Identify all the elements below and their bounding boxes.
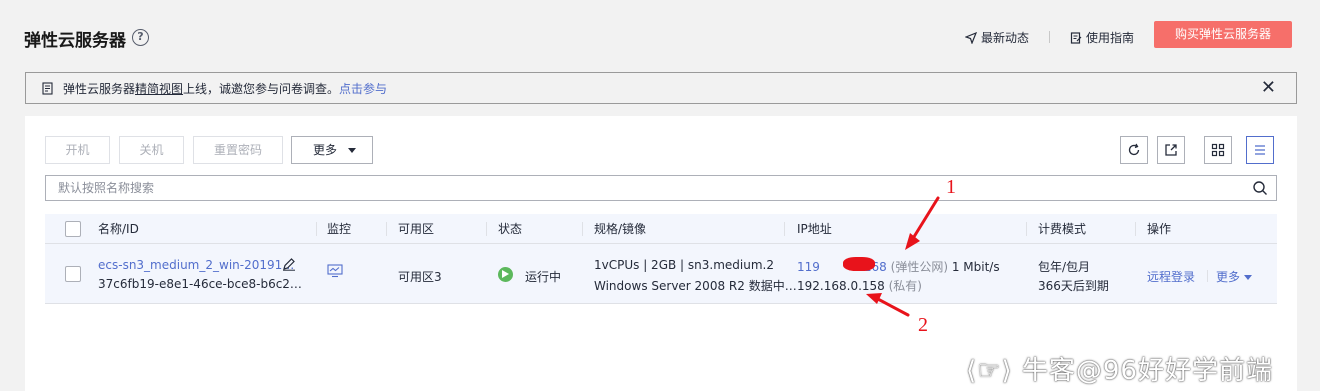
watermark: ⟨☞⟩ 牛客@96好好学前端 xyxy=(966,356,1273,386)
column-divider xyxy=(386,222,387,236)
caret-down-icon xyxy=(348,148,356,153)
select-all-checkbox[interactable] xyxy=(65,221,81,237)
edit-pencil-icon[interactable] xyxy=(282,257,296,271)
annotation-label-2: 2 xyxy=(918,314,928,336)
spec-text: 1vCPUs | 2GB | sn3.medium.2 xyxy=(594,258,774,272)
export-icon xyxy=(1165,144,1177,156)
th-status[interactable]: 状态 xyxy=(498,214,522,244)
table-header: 名称/ID 监控 可用区 状态 规格/镜像 IP地址 计费模式 操作 xyxy=(45,214,1277,244)
instance-id: 37c6fb19-e8e1-46ce-bce8-b6c2… xyxy=(98,277,302,291)
instance-table: 名称/ID 监控 可用区 状态 规格/镜像 IP地址 计费模式 操作 ecs-s… xyxy=(45,214,1277,304)
search-icon[interactable] xyxy=(1252,180,1268,196)
notice-bar: 弹性云服务器 精简视图 上线，诚邀您参与问卷调查。 点击参与 ✕ xyxy=(25,72,1297,104)
monitor-chart-icon[interactable] xyxy=(327,264,343,278)
search-placeholder: 默认按照名称搜索 xyxy=(58,181,155,195)
status-text: 运行中 xyxy=(525,270,562,284)
header-divider xyxy=(1049,31,1050,43)
image-text: Windows Server 2008 R2 数据中… xyxy=(594,279,797,293)
power-on-button[interactable]: 开机 xyxy=(45,136,110,164)
instance-name-link[interactable]: ecs-sn3_medium_2_win-20191… xyxy=(98,258,294,272)
more-dropdown[interactable]: 更多 xyxy=(291,136,373,164)
running-status-icon xyxy=(498,267,513,282)
list-view-icon xyxy=(1255,145,1265,155)
th-actions: 操作 xyxy=(1147,222,1172,236)
annotation-label-1: 1 xyxy=(946,176,956,198)
column-divider xyxy=(1026,222,1027,236)
notice-compact-view[interactable]: 精简视图 xyxy=(135,80,183,97)
user-guide-label: 使用指南 xyxy=(1086,31,1135,45)
document-icon xyxy=(42,81,53,95)
search-input[interactable]: 默认按照名称搜索 xyxy=(45,175,1277,201)
th-name[interactable]: 名称/ID xyxy=(98,214,139,244)
page-header: 弹性云服务器 ? 最新动态 使用指南 购买弹性云服务器 xyxy=(0,0,1320,72)
public-ip-prefix[interactable]: 119 xyxy=(797,260,820,274)
private-ip-value: 192.168.0.158 xyxy=(797,279,885,293)
row-more-dropdown[interactable]: 更多 xyxy=(1216,268,1253,285)
column-divider xyxy=(582,222,583,236)
billing-mode: 包年/包月 xyxy=(1038,260,1091,274)
row-checkbox[interactable] xyxy=(65,266,81,282)
latest-news-link[interactable]: 最新动态 xyxy=(965,29,1029,46)
th-az[interactable]: 可用区 xyxy=(398,214,434,244)
redaction-mark xyxy=(843,257,875,271)
notice-text-2: 上线，诚邀您参与问卷调查。 xyxy=(183,81,340,96)
refresh-icon xyxy=(1128,143,1140,156)
table-row: ecs-sn3_medium_2_win-20191… 37c6fb19-e8e… xyxy=(45,244,1277,304)
user-guide-link[interactable]: 使用指南 xyxy=(1070,29,1134,46)
action-divider xyxy=(1207,270,1208,282)
column-divider xyxy=(316,222,317,236)
page-title: 弹性云服务器 xyxy=(24,31,126,51)
close-icon[interactable]: ✕ xyxy=(1261,79,1276,97)
buy-ecs-button[interactable]: 购买弹性云服务器 xyxy=(1154,21,1292,48)
availability-zone: 可用区3 xyxy=(398,270,442,284)
notice-participate-link[interactable]: 点击参与 xyxy=(339,80,387,97)
grid-view-button[interactable] xyxy=(1204,136,1232,164)
expiry-text: 366天后到期 xyxy=(1038,279,1109,293)
send-icon xyxy=(965,31,977,44)
th-ip: IP地址 xyxy=(797,222,832,236)
reset-password-button[interactable]: 重置密码 xyxy=(193,136,283,164)
grid-view-icon xyxy=(1211,143,1225,157)
more-dropdown-label: 更多 xyxy=(313,143,338,157)
private-ip-tag: (私有) xyxy=(888,279,922,293)
notice-text: 弹性云服务器 xyxy=(63,81,136,96)
public-ip-tag: (弹性公网) xyxy=(890,260,949,274)
bandwidth: 1 Mbit/s xyxy=(951,260,1000,274)
question-circle-icon[interactable]: ? xyxy=(132,29,149,46)
row-more-label: 更多 xyxy=(1216,270,1241,284)
remote-login-link[interactable]: 远程登录 xyxy=(1147,268,1195,285)
th-spec: 规格/镜像 xyxy=(594,222,647,236)
th-monitor: 监控 xyxy=(327,222,352,236)
latest-news-label: 最新动态 xyxy=(981,31,1030,45)
export-button[interactable] xyxy=(1157,136,1185,164)
column-divider xyxy=(784,222,785,236)
private-ip: 192.168.0.158 (私有) xyxy=(797,277,922,294)
list-view-button[interactable] xyxy=(1246,136,1274,164)
power-off-button[interactable]: 关机 xyxy=(119,136,184,164)
public-ip: 119 168 (弹性公网) 1 Mbit/s xyxy=(797,257,1000,275)
refresh-button[interactable] xyxy=(1120,136,1148,164)
guide-book-icon xyxy=(1070,31,1082,44)
th-billing[interactable]: 计费模式 xyxy=(1038,214,1086,244)
column-divider xyxy=(1135,222,1136,236)
column-divider xyxy=(486,222,487,236)
caret-down-icon xyxy=(1244,275,1253,280)
